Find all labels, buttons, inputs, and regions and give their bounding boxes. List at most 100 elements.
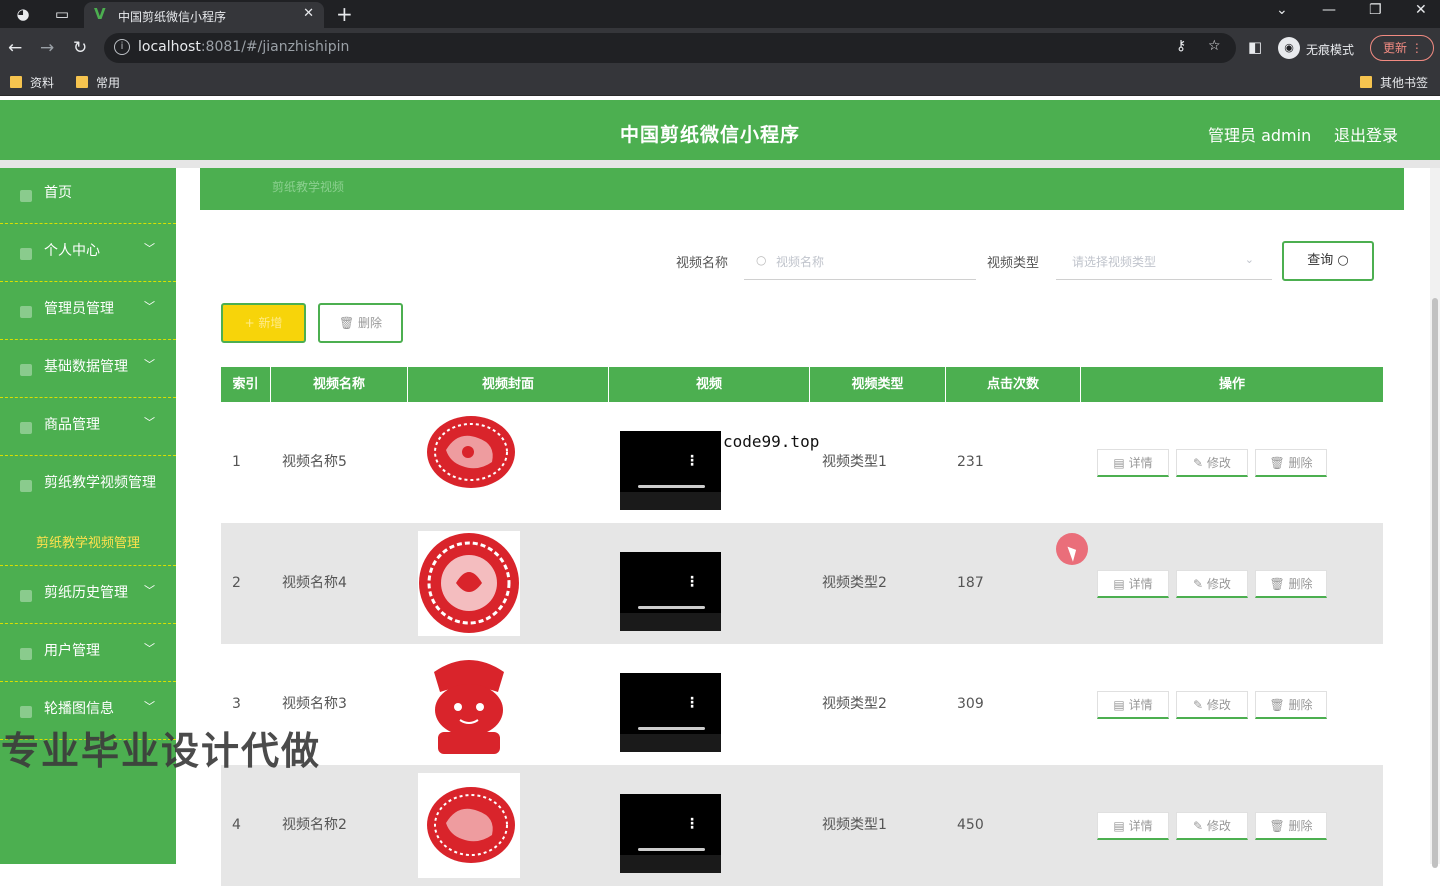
sidebar-item-label: 剪纸历史管理 [44, 585, 128, 601]
video-player[interactable]: ⋮ [620, 552, 721, 631]
tab-search-icon[interactable]: ▭ [52, 4, 72, 24]
video-icon [20, 480, 32, 492]
sidebar-item-label: 个人中心 [44, 243, 100, 259]
bookmark-folder[interactable]: 常用 [76, 74, 120, 91]
document-icon: ▤ [1113, 819, 1129, 833]
search-icon: ○ [1337, 253, 1349, 268]
sidebar-item-products[interactable]: 商品管理 ﹀ [0, 400, 176, 456]
chevron-down-icon: ﹀ [144, 300, 155, 313]
update-button[interactable]: 更新 ⋮ [1370, 35, 1434, 61]
papercut-cover-image[interactable] [418, 410, 520, 515]
more-options-icon[interactable]: ⋮ [685, 574, 699, 590]
detail-button[interactable]: ▤ 详情 [1097, 812, 1169, 840]
chevron-down-icon: ﹀ [144, 700, 155, 713]
breadcrumb[interactable]: 剪纸教学视频 [272, 178, 344, 195]
scrollbar-thumb[interactable] [1432, 298, 1438, 868]
video-type-select[interactable]: 请选择视频类型 ⌄ [1056, 244, 1272, 280]
folder-icon [76, 76, 88, 88]
papercut-cover-image[interactable] [418, 531, 520, 636]
edit-button[interactable]: ✎ 修改 [1176, 812, 1248, 840]
papercut-cover-image[interactable] [418, 773, 520, 878]
other-bookmarks[interactable]: 其他书签 [1360, 74, 1428, 91]
row-click-count: 231 [957, 454, 984, 470]
delete-button[interactable]: 🗑 删除 [1255, 691, 1327, 719]
row-video-name: 视频名称4 [282, 575, 347, 591]
video-controls-shade [620, 613, 721, 631]
more-options-icon[interactable]: ⋮ [685, 816, 699, 832]
app-title: 中国剪纸微信小程序 [620, 124, 801, 146]
video-name-input[interactable]: ○ 视频名称 [744, 244, 976, 280]
sidebar-item-users[interactable]: 用户管理 ﹀ [0, 626, 176, 682]
breadcrumb-bar: 剪纸教学视频 [200, 168, 1404, 210]
sidebar-item-label: 基础数据管理 [44, 359, 128, 375]
admin-user-label: 管理员 admin [1208, 126, 1312, 145]
restore-icon[interactable]: ❐ [1369, 2, 1382, 18]
video-type-label: 视频类型 [987, 256, 1040, 271]
edit-icon: ✎ [1193, 577, 1207, 591]
bookmark-folder[interactable]: 资料 [10, 74, 54, 91]
sidebar-item-history[interactable]: 剪纸历史管理 ﹀ [0, 568, 176, 624]
incognito-indicator[interactable]: ◉ 无痕模式 [1276, 34, 1364, 62]
video-progress-bar[interactable] [638, 606, 705, 609]
sidebar-subitem-label: 剪纸教学视频管理 [36, 536, 141, 551]
delete-button[interactable]: 🗑 删除 [1255, 812, 1327, 840]
video-player[interactable]: ⋮ [620, 794, 721, 873]
reload-icon[interactable]: ↻ [73, 38, 87, 58]
browser-tab[interactable]: V 中国剪纸微信小程序 ✕ [84, 2, 324, 28]
window-close-icon[interactable]: ✕ [1415, 2, 1427, 18]
video-progress-bar[interactable] [638, 485, 705, 488]
video-player[interactable]: ⋮ [620, 431, 721, 510]
minimize-icon[interactable]: — [1322, 2, 1336, 18]
delete-button[interactable]: 🗑 删除 [1255, 570, 1327, 598]
chevron-down-icon: ﹀ [144, 416, 155, 429]
more-options-icon[interactable]: ⋮ [685, 695, 699, 711]
new-tab-icon[interactable]: + [336, 2, 353, 26]
row-video-name: 视频名称5 [282, 454, 347, 470]
edit-icon: ✎ [1193, 698, 1207, 712]
trash-icon: 🗑 [338, 316, 359, 330]
address-bar[interactable]: i localhost:8081/#/jianzhishipin ⚷ ☆ [104, 33, 1236, 63]
close-tab-icon[interactable]: ✕ [303, 6, 314, 21]
back-icon[interactable]: ← [8, 38, 22, 58]
more-options-icon[interactable]: ⋮ [685, 453, 699, 469]
delete-button[interactable]: 🗑 删除 [1255, 449, 1327, 477]
video-controls-shade [620, 492, 721, 510]
edit-button[interactable]: ✎ 修改 [1176, 691, 1248, 719]
page-scrollbar[interactable] [1430, 168, 1440, 868]
site-info-icon[interactable]: i [114, 39, 130, 55]
edit-button[interactable]: ✎ 修改 [1176, 449, 1248, 477]
browser-menu-icon[interactable]: ◕ [13, 4, 33, 24]
logout-link[interactable]: 退出登录 [1334, 122, 1398, 146]
row-video-type: 视频类型2 [822, 696, 887, 712]
chevron-down-icon: ﹀ [144, 358, 155, 371]
sidebar-item-home[interactable]: 首页 [0, 168, 176, 224]
side-panel-icon[interactable]: ◧ [1248, 38, 1262, 56]
batch-delete-button[interactable]: 🗑 删除 [318, 303, 403, 343]
detail-button[interactable]: ▤ 详情 [1097, 449, 1169, 477]
row-video-type: 视频类型2 [822, 575, 887, 591]
table-row: 1 视频名称5 ⋮ 视频类型1 231 ▤ 详情 ✎ 修改 🗑 删除 [221, 402, 1383, 523]
sidebar-item-admin-management[interactable]: 管理员管理 ﹀ [0, 284, 176, 340]
add-button[interactable]: + 新增 [221, 303, 306, 343]
key-icon[interactable]: ⚷ [1176, 38, 1186, 54]
sidebar-item-basic-data[interactable]: 基础数据管理 ﹀ [0, 342, 176, 398]
forward-icon[interactable]: → [40, 38, 54, 58]
papercut-cover-image[interactable] [418, 652, 520, 757]
sidebar-item-personal-center[interactable]: 个人中心 ﹀ [0, 226, 176, 282]
detail-button[interactable]: ▤ 详情 [1097, 691, 1169, 719]
bookmark-star-icon[interactable]: ☆ [1208, 38, 1221, 54]
trash-icon: 🗑 [1269, 456, 1289, 470]
video-progress-bar[interactable] [638, 848, 705, 851]
detail-button[interactable]: ▤ 详情 [1097, 570, 1169, 598]
video-progress-bar[interactable] [638, 727, 705, 730]
sidebar-subitem-teaching-videos[interactable]: 剪纸教学视频管理 [0, 510, 176, 566]
tab-list-icon[interactable]: ⌄ [1276, 2, 1288, 18]
edit-button[interactable]: ✎ 修改 [1176, 570, 1248, 598]
sidebar-item-teaching-videos[interactable]: 剪纸教学视频管理 [0, 458, 176, 516]
user-icon [20, 248, 32, 260]
sidebar-item-label: 用户管理 [44, 643, 100, 659]
video-player[interactable]: ⋮ [620, 673, 721, 752]
carousel-icon [20, 706, 32, 718]
table-header: 索引 视频名称 视频封面 视频 视频类型 点击次数 操作 [221, 367, 1383, 402]
query-button[interactable]: 查询 ○ [1282, 241, 1374, 281]
